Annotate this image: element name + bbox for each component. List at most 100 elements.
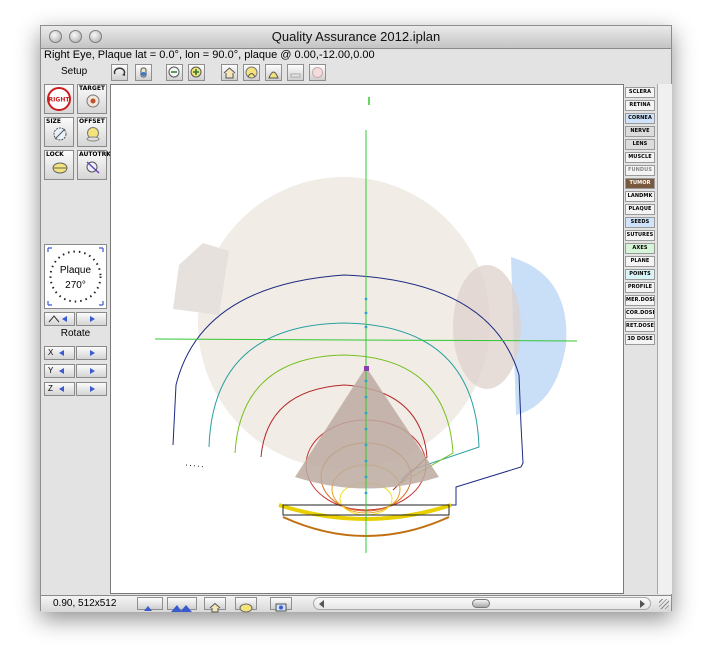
target-icon <box>85 93 101 113</box>
size-button[interactable]: SIZE <box>44 117 74 147</box>
rotate-z-right-button[interactable] <box>76 382 107 396</box>
size-icon <box>52 126 68 146</box>
zoom-in-icon <box>189 65 204 80</box>
layer-seeds-button[interactable]: SEEDS <box>625 217 655 228</box>
offset-label: OFFSET <box>79 118 105 125</box>
layer-meridian-dose-button[interactable]: MER.DOSE <box>625 295 655 306</box>
plaque-view-button[interactable] <box>243 64 260 81</box>
flip-icon <box>48 314 72 328</box>
rotate-y-axis-label: Y <box>48 366 54 375</box>
right-arrow-icon <box>90 350 95 356</box>
eraser-button[interactable] <box>287 64 304 81</box>
flip-rotate-right-button[interactable] <box>76 312 107 326</box>
vertical-scroll-strip[interactable] <box>657 84 672 594</box>
offset-icon <box>85 126 101 146</box>
plaque-rotation-dial[interactable]: Plaque 270° <box>44 244 107 309</box>
eye-model-render <box>154 97 578 553</box>
rotate-z-left-button[interactable]: Z <box>44 382 75 396</box>
pan-hand-icon <box>136 65 151 80</box>
eraser-icon <box>288 65 303 80</box>
plaque-icon <box>236 598 256 617</box>
reset-button[interactable] <box>309 64 326 81</box>
autotrack-label: AUTOTRK <box>79 151 111 158</box>
offset-button[interactable]: OFFSET <box>77 117 107 147</box>
target-view-button[interactable] <box>265 64 282 81</box>
lock-icon <box>51 160 69 180</box>
rotate-z-axis-label: Z <box>48 384 53 393</box>
layer-profile-button[interactable]: PROFILE <box>625 282 655 293</box>
layer-3d-dose-button[interactable]: 3D DOSE <box>625 334 655 345</box>
rotate-view-icon <box>112 65 127 80</box>
home-view-button[interactable] <box>221 64 238 81</box>
rotate-x-right-button[interactable] <box>76 346 107 360</box>
flip-rotate-left-button[interactable] <box>44 312 75 326</box>
left-arrow-icon <box>59 386 64 392</box>
layer-panel: SCLERA RETINA CORNEA NERVE LENS MUSCLE F… <box>624 84 657 594</box>
right-eye-button[interactable]: RIGHT <box>44 84 74 114</box>
home-button[interactable] <box>204 597 226 613</box>
right-arrow-icon <box>90 368 95 374</box>
tumor-apex-point <box>364 366 369 371</box>
small-view-button[interactable] <box>137 597 163 611</box>
pan-hand-button[interactable] <box>135 64 152 81</box>
scroll-thumb[interactable] <box>472 599 490 608</box>
right-eye-icon-text: RIGHT <box>49 97 71 104</box>
plaque-status-line: Right Eye, Plaque lat = 0.0°, lon = 90.0… <box>44 49 375 61</box>
rotate-view-button[interactable] <box>111 64 128 81</box>
layer-fundus-button[interactable]: FUNDUS <box>625 165 655 176</box>
layer-plaque-button[interactable]: PLAQUE <box>625 204 655 215</box>
camera-icon <box>271 598 291 617</box>
plaque-button[interactable] <box>235 597 257 613</box>
layer-tumor-button[interactable]: TUMOR <box>625 178 655 189</box>
target-label: TARGET <box>79 85 106 92</box>
zoom-out-button[interactable] <box>166 64 183 81</box>
layer-sclera-button[interactable]: SCLERA <box>625 87 655 98</box>
rotate-label: Rotate <box>60 328 91 339</box>
plaque-shape <box>278 503 452 521</box>
zoom-in-button[interactable] <box>188 64 205 81</box>
layer-landmark-button[interactable]: LANDMK <box>625 191 655 202</box>
plaque-view-icon <box>244 65 259 80</box>
layer-retina-button[interactable]: RETINA <box>625 100 655 111</box>
zoom-out-icon <box>167 65 182 80</box>
bottom-bar: 0.90, 512x512 <box>41 595 671 613</box>
reset-icon <box>310 65 325 80</box>
zoom-readout: 0.90, 512x512 <box>53 598 117 609</box>
target-button[interactable]: TARGET <box>77 84 107 114</box>
snapshot-button[interactable] <box>270 597 292 612</box>
eye-model-canvas[interactable] <box>110 84 624 594</box>
scroll-right-arrow-icon[interactable] <box>640 600 645 608</box>
rotate-y-left-button[interactable]: Y <box>44 364 75 378</box>
scroll-left-arrow-icon[interactable] <box>319 600 324 608</box>
layer-cornea-button[interactable]: CORNEA <box>625 113 655 124</box>
rotate-x-axis-label: X <box>48 348 54 357</box>
setup-panel: RIGHT TARGET SIZE OFFSET LOCK AUTOTRK Pl… <box>41 84 111 594</box>
mountain-large-icon <box>168 598 196 617</box>
layer-muscle-button[interactable]: MUSCLE <box>625 152 655 163</box>
resize-grip-icon[interactable] <box>659 599 669 609</box>
rotate-y-right-button[interactable] <box>76 364 107 378</box>
layer-sutures-button[interactable]: SUTURES <box>625 230 655 241</box>
autotrack-button[interactable]: AUTOTRK <box>77 150 111 180</box>
rotate-x-left-button[interactable]: X <box>44 346 75 360</box>
layer-plane-button[interactable]: PLANE <box>625 256 655 267</box>
dose-dots <box>185 464 207 468</box>
layer-retinal-dose-button[interactable]: RET.DOSE <box>625 321 655 332</box>
horizontal-scrollbar[interactable] <box>313 597 651 610</box>
right-arrow-icon <box>90 316 95 322</box>
lock-label: LOCK <box>46 151 64 158</box>
layer-coronal-dose-button[interactable]: COR.DOSE <box>625 308 655 319</box>
setup-label: Setup <box>61 66 88 77</box>
autotrack-icon <box>85 159 101 179</box>
plaque-dial-label: Plaque <box>59 265 92 276</box>
size-label: SIZE <box>46 118 62 125</box>
large-view-button[interactable] <box>167 597 197 612</box>
target-view-icon <box>266 65 281 80</box>
layer-points-button[interactable]: POINTS <box>625 269 655 280</box>
title-bar[interactable]: Quality Assurance 2012.iplan <box>41 26 671 49</box>
home-icon <box>205 598 225 617</box>
lock-button[interactable]: LOCK <box>44 150 74 180</box>
layer-lens-button[interactable]: LENS <box>625 139 655 150</box>
layer-nerve-button[interactable]: NERVE <box>625 126 655 137</box>
layer-axes-button[interactable]: AXES <box>625 243 655 254</box>
